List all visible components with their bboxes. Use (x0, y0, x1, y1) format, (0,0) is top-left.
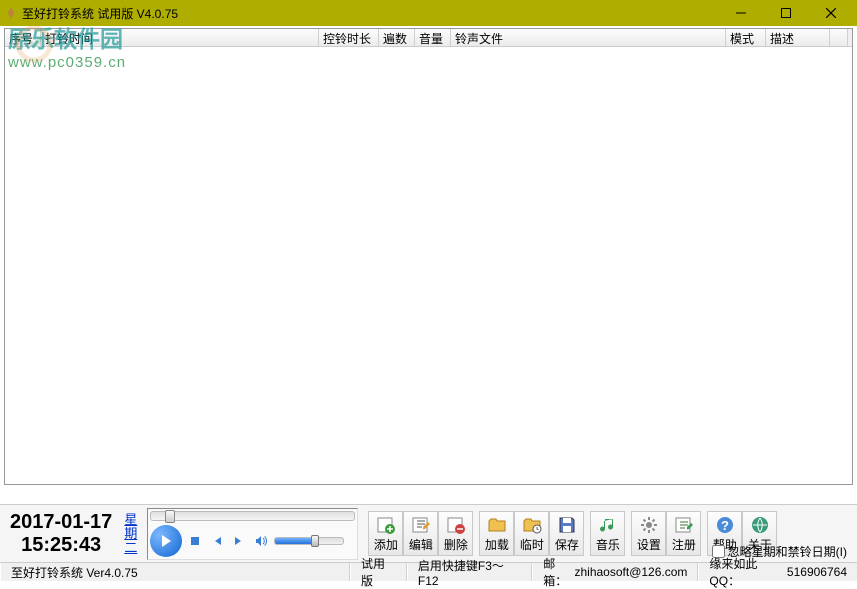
temp-button[interactable]: 临时 (514, 511, 549, 556)
column-header[interactable]: 音量 (415, 29, 451, 46)
column-header[interactable]: 控铃时长 (319, 29, 379, 46)
minimize-button[interactable] (718, 1, 763, 25)
register-button[interactable]: 注册 (666, 511, 701, 556)
column-header[interactable]: 遍数 (379, 29, 415, 46)
add-button[interactable]: 添加 (368, 511, 403, 556)
titlebar-text: 至好打铃系统 试用版 V4.0.75 (22, 5, 718, 22)
table-header: 序号打铃时间控铃时长遍数音量铃声文件模式描述 (5, 29, 852, 47)
seek-slider[interactable] (150, 511, 355, 521)
status-edition: 试用版 (350, 563, 407, 581)
column-header[interactable]: 序号 (5, 29, 41, 46)
weekday-link[interactable]: 星期二 (118, 513, 143, 555)
schedule-list[interactable] (4, 47, 853, 485)
datetime-block: 2017-01-17 15:25:43 (4, 511, 118, 557)
delete-button[interactable]: 删除 (438, 511, 473, 556)
svg-text:?: ? (721, 518, 729, 533)
volume-slider[interactable] (274, 537, 344, 545)
status-hotkey: 启用快捷键F3～F12 (407, 563, 532, 581)
titlebar: 至好打铃系统 试用版 V4.0.75 (0, 0, 857, 26)
status-app: 至好打铃系统 Ver4.0.75 (0, 563, 350, 581)
time-text: 15:25:43 (10, 534, 112, 557)
column-header[interactable]: 铃声文件 (451, 29, 726, 46)
music-button[interactable]: 音乐 (590, 511, 625, 556)
statusbar: 至好打铃系统 Ver4.0.75 试用版 启用快捷键F3～F12 邮箱：zhih… (0, 562, 857, 581)
prev-button[interactable] (208, 532, 226, 550)
next-button[interactable] (230, 532, 248, 550)
edit-button[interactable]: 编辑 (403, 511, 438, 556)
bottom-panel: 2017-01-17 15:25:43 星期二 添加 编辑 删除 加载 临时 保… (0, 504, 857, 562)
status-email: 邮箱：zhihaosoft@126.com (532, 563, 698, 581)
app-icon (4, 6, 18, 20)
column-header[interactable] (830, 29, 848, 46)
play-button[interactable] (150, 525, 182, 557)
maximize-button[interactable] (763, 1, 808, 25)
player (147, 508, 358, 560)
column-header[interactable]: 描述 (766, 29, 830, 46)
close-button[interactable] (808, 1, 853, 25)
save-button[interactable]: 保存 (549, 511, 584, 556)
column-header[interactable]: 打铃时间 (41, 29, 319, 46)
load-button[interactable]: 加载 (479, 511, 514, 556)
settings-button[interactable]: 设置 (631, 511, 666, 556)
date-text: 2017-01-17 (10, 511, 112, 534)
status-qq: 缘来如此 QQ：516906764 (698, 563, 857, 581)
volume-icon[interactable] (252, 532, 270, 550)
column-header[interactable]: 模式 (726, 29, 766, 46)
stop-button[interactable] (186, 532, 204, 550)
